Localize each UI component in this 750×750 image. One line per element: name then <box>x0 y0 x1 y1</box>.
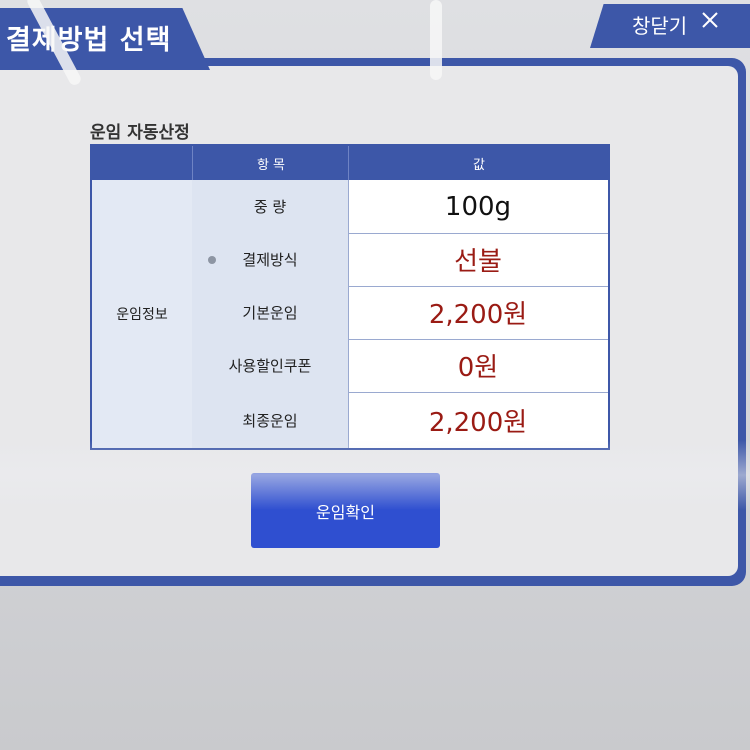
row-label: 기본운임 <box>192 286 349 339</box>
section-title: 운임 자동산정 <box>90 123 190 143</box>
table-row: 중 량 100g <box>192 180 608 234</box>
window-title: 결제방법 선택 <box>6 25 172 56</box>
table-row: 사용할인쿠폰 0원 <box>192 339 608 393</box>
table-row: 결제방식 선불 <box>192 233 608 287</box>
bullet-dot <box>208 256 216 264</box>
table-row: 기본운임 2,200원 <box>192 286 608 340</box>
header-item: 항 목 <box>192 146 349 180</box>
group-label: 운임정보 <box>92 180 193 448</box>
fee-table: 항 목 값 운임정보 중 량 100g 결제방식 선불 기본운임 2,200원 … <box>90 144 610 450</box>
close-button-label[interactable]: 창닫기 <box>632 10 687 39</box>
row-label: 사용할인쿠폰 <box>192 339 349 392</box>
row-label: 결제방식 <box>192 233 349 286</box>
close-icon[interactable] <box>700 10 720 30</box>
glare-band <box>0 440 750 510</box>
header-value: 값 <box>348 146 609 180</box>
row-value: 선불 <box>454 247 502 277</box>
ceiling-light-reflection <box>430 0 442 80</box>
row-value: 100g <box>444 191 512 222</box>
row-label: 중 량 <box>192 180 349 233</box>
header-blank <box>92 146 192 180</box>
row-label-text: 결제방식 <box>242 251 298 269</box>
row-value: 2,200원 <box>428 300 528 330</box>
row-value: 0원 <box>457 353 499 383</box>
